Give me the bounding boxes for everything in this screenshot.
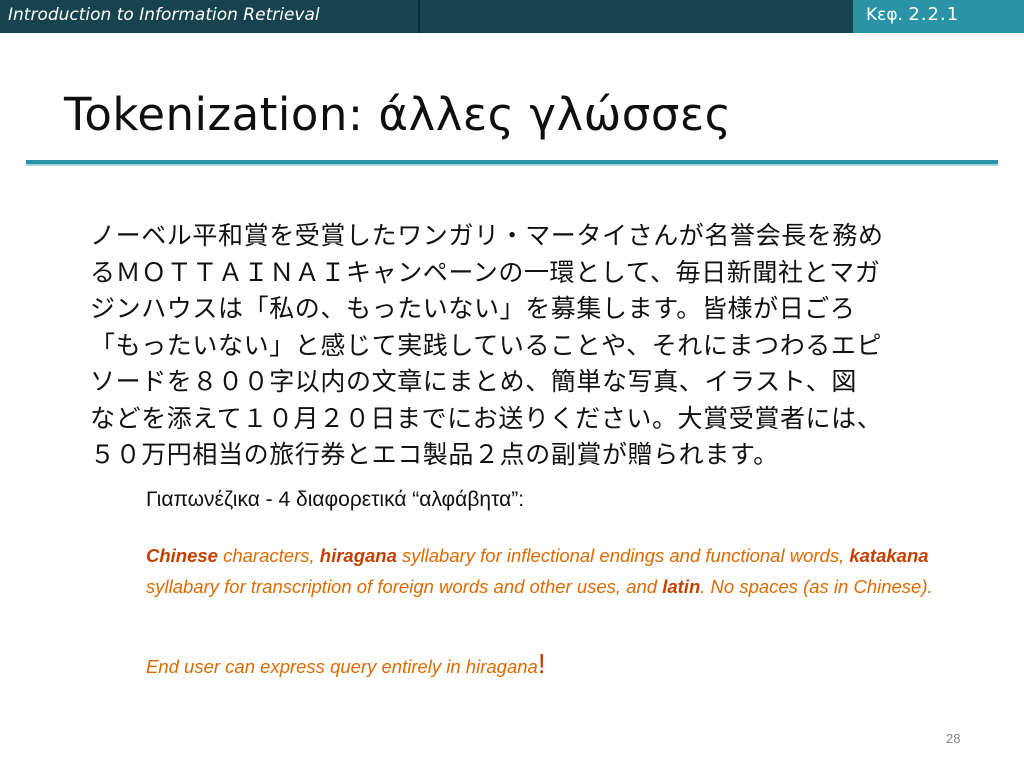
term-hiragana: hiragana (319, 545, 397, 566)
end-user-note: End user can express query entirely in h… (146, 648, 546, 680)
title-rule-shadow (26, 164, 998, 166)
japanese-line: ジンハウスは「私の、もったいない」を募集します。皆様が日ごろ (90, 294, 856, 323)
slide-title: Tokenization: άλλες γλώσσες (64, 88, 732, 141)
text-part: characters, (217, 545, 320, 566)
japanese-line: ソードを８００字以内の文章にまとめ、簡単な写真、イラスト、図 (90, 367, 858, 396)
japanese-line: ノーベル平和賞を受賞したワンガリ・マータイさんが名誉会長を務め (90, 221, 884, 250)
end-user-text: End user can express query entirely in h… (146, 656, 538, 677)
term-latin: latin (662, 576, 701, 597)
term-katakana: katakana (849, 545, 929, 566)
japanese-line: などを添えて１０月２０日までにお送りください。大賞受賞者には、 (90, 403, 883, 433)
subheading: Γιαπωνέζικα - 4 διαφορετικά “αλφάβητα”: (146, 488, 525, 511)
text-part: syllabary for inflectional endings and f… (396, 545, 850, 566)
japanese-line: るＭＯＴＴＡＩＮＡＩキャンペーンの一環として、毎日新聞社とマガ (90, 257, 881, 287)
exclamation: ! (537, 648, 546, 679)
term-chinese: Chinese (146, 545, 218, 566)
header-bar: Introduction to Information Retrieval Κε… (0, 0, 1024, 33)
chapter-number: 2.2.1 (908, 4, 960, 25)
chapter-label: Κεφ. 2.2.1 (866, 4, 959, 25)
chapter-prefix: Κεφ. (866, 5, 903, 25)
description-paragraph: Chinese characters, hiragana syllabary f… (146, 540, 966, 602)
japanese-line: ５０万円相当の旅行券とエコ製品２点の副賞が贈られます。 (90, 440, 779, 469)
text-part: syllabary for transcription of foreign w… (146, 576, 663, 597)
course-title: Introduction to Information Retrieval (8, 5, 320, 25)
header-divider (418, 0, 420, 33)
japanese-line: 「もったいない」と感じて実践していることや、それにまつわるエピ (90, 330, 883, 360)
japanese-text-image: ノーベル平和賞を受賞したワンガリ・マータイさんが名誉会長を務め るＭＯＴＴＡＩＮ… (90, 218, 930, 474)
page-number: 28 (946, 731, 961, 746)
text-part: . No spaces (as in Chinese). (700, 576, 933, 597)
